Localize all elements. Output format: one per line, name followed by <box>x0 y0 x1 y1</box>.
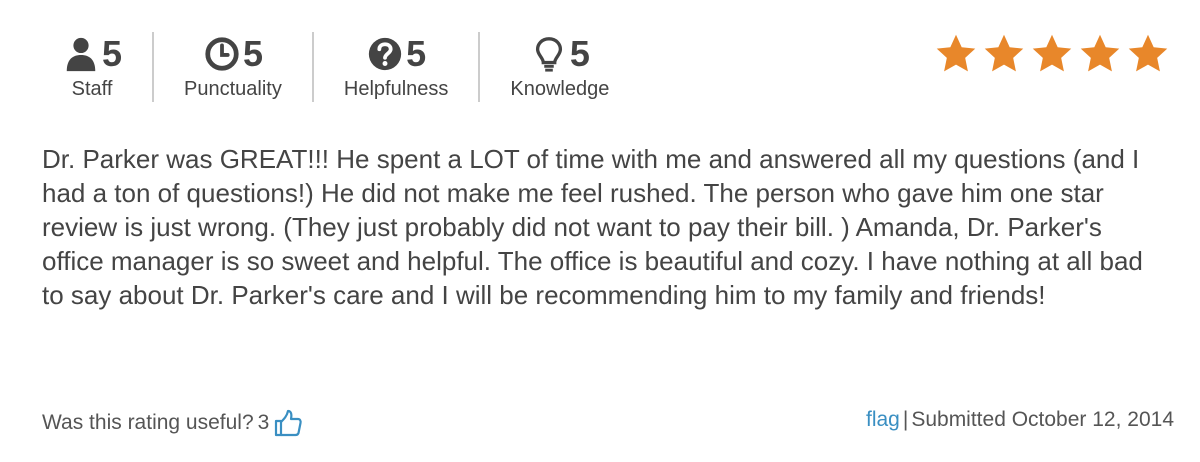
metric-punctuality: 5 Punctuality <box>152 32 312 102</box>
star-icon <box>1128 34 1168 72</box>
question-circle-icon <box>368 37 402 71</box>
metric-staff: 5 Staff <box>42 32 152 102</box>
lightbulb-icon <box>535 37 562 72</box>
metric-helpfulness-label: Helpfulness <box>343 78 449 100</box>
submitted-date: Submitted October 12, 2014 <box>911 408 1174 431</box>
metric-punctuality-top: 5 <box>203 32 263 76</box>
metric-helpfulness: 5 Helpfulness <box>311 32 479 102</box>
metric-knowledge-top: 5 <box>530 32 590 76</box>
metric-helpfulness-value: 5 <box>406 33 427 74</box>
overall-star-rating <box>934 32 1170 76</box>
metric-knowledge: 5 Knowledge <box>478 32 639 102</box>
metric-helpfulness-top: 5 <box>366 32 426 76</box>
useful-prompt: Was this rating useful? <box>42 411 254 434</box>
useful-rating: Was this rating useful? 3 <box>42 408 303 438</box>
metric-punctuality-label: Punctuality <box>184 78 282 100</box>
star-icon <box>984 34 1024 72</box>
star-icon <box>1032 34 1072 72</box>
meta-separator: | <box>902 408 909 431</box>
star-icon <box>1080 34 1120 72</box>
metric-knowledge-label: Knowledge <box>510 78 610 100</box>
star-icon <box>936 34 976 72</box>
metric-staff-value: 5 <box>102 33 123 74</box>
review-meta: flag | Submitted October 12, 2014 <box>866 408 1174 432</box>
rating-metrics: 5 Staff 5 Punctuality 5 Helpfulness 5 Kn… <box>42 32 639 102</box>
thumbs-up-icon[interactable] <box>273 408 303 438</box>
person-icon <box>66 37 96 72</box>
metric-staff-label: Staff <box>71 78 113 100</box>
metric-staff-top: 5 <box>62 32 122 76</box>
useful-count: 3 <box>257 411 270 434</box>
clock-icon <box>205 37 239 71</box>
metric-knowledge-value: 5 <box>569 33 590 74</box>
flag-link[interactable]: flag <box>866 408 900 431</box>
review-text: Dr. Parker was GREAT!!! He spent a LOT o… <box>42 144 1143 310</box>
metric-punctuality-value: 5 <box>242 33 263 74</box>
